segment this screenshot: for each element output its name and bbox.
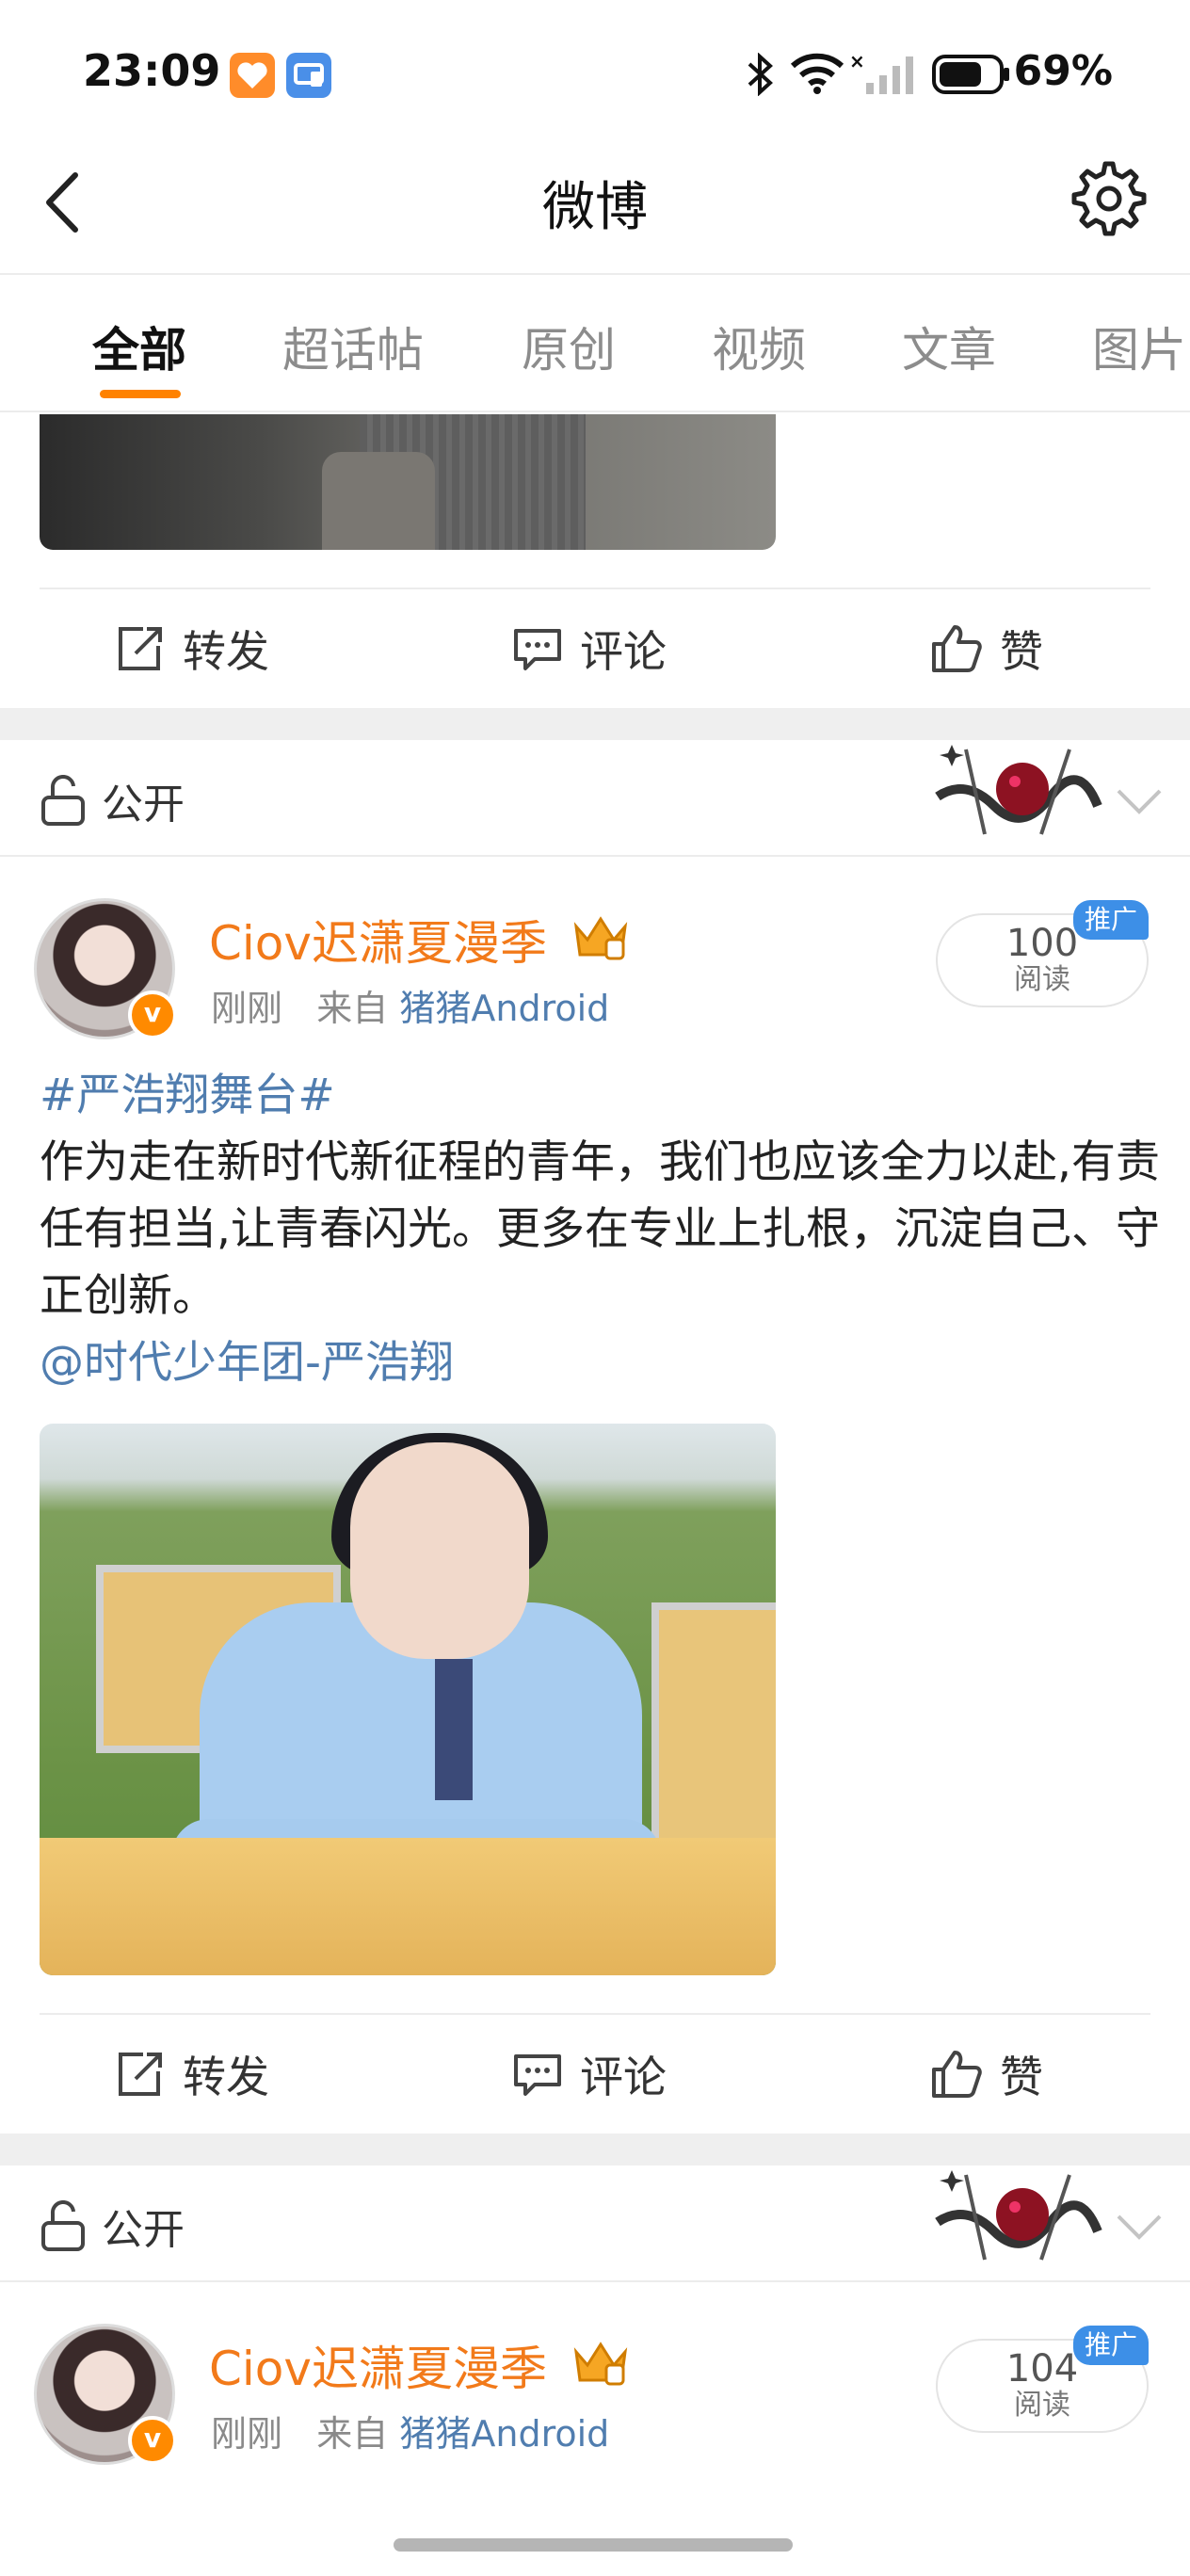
post-time: 刚刚 xyxy=(211,988,283,1029)
comment-label: 评论 xyxy=(580,626,667,677)
crown-icon xyxy=(571,911,631,964)
read-count-label: 阅读 xyxy=(1014,963,1070,996)
post-image[interactable] xyxy=(40,414,776,550)
chevron-left-icon xyxy=(46,172,78,233)
status-time: 23:09 xyxy=(83,45,221,96)
repost-button[interactable]: 转发 xyxy=(115,2043,269,2105)
post-time: 刚刚 xyxy=(211,2413,283,2455)
visibility-divider xyxy=(0,855,1190,857)
thumbs-up-icon xyxy=(932,625,982,672)
repost-icon xyxy=(119,2053,162,2096)
decoration-sticker xyxy=(928,2165,1107,2278)
visibility-divider xyxy=(0,2280,1190,2282)
tab-image[interactable]: 图片 xyxy=(1092,313,1186,380)
unlock-icon xyxy=(41,775,85,826)
post-meta: 刚刚 来自 猪猪Android xyxy=(211,2405,609,2456)
comment-icon xyxy=(514,2054,561,2096)
repost-button[interactable]: 转发 xyxy=(115,618,269,680)
tab-supertopic[interactable]: 超话帖 xyxy=(282,313,424,380)
tab-active-indicator xyxy=(100,390,181,398)
crown-icon xyxy=(571,2337,631,2390)
page-title: 微博 xyxy=(542,177,648,238)
bluetooth-icon xyxy=(744,52,776,100)
tabs-divider xyxy=(0,411,1190,412)
source-prefix: 来自 xyxy=(316,988,389,1029)
post-mention[interactable]: @时代少年团-严浩翔 xyxy=(40,1329,1160,1396)
visibility-label: 公开 xyxy=(102,781,185,829)
promo-badge[interactable]: 推广 xyxy=(1073,2326,1149,2365)
wifi-icon xyxy=(789,51,845,98)
source-prefix: 来自 xyxy=(316,2413,389,2455)
battery-icon xyxy=(932,55,1011,98)
battery-percent: 69% xyxy=(1013,47,1113,95)
post-source[interactable]: 猪猪Android xyxy=(399,988,609,1029)
post-separator xyxy=(0,2133,1190,2165)
signal-off-icon: × xyxy=(849,50,919,100)
like-button[interactable]: 赞 xyxy=(930,2043,1043,2105)
tab-all[interactable]: 全部 xyxy=(92,313,186,380)
like-button[interactable]: 赞 xyxy=(930,618,1043,680)
header-divider xyxy=(0,273,1190,275)
verified-badge: v xyxy=(128,990,177,1039)
repost-label: 转发 xyxy=(183,626,269,677)
comment-button[interactable]: 评论 xyxy=(512,2043,667,2105)
repost-icon xyxy=(119,627,162,670)
username[interactable]: Ciov迟潇夏漫季 xyxy=(209,906,547,974)
decoration-sticker xyxy=(928,740,1107,853)
home-indicator[interactable] xyxy=(394,2538,793,2552)
comment-icon xyxy=(514,629,561,670)
like-label: 赞 xyxy=(1000,2052,1043,2102)
like-label: 赞 xyxy=(1000,626,1043,677)
chevron-down-icon[interactable] xyxy=(1111,2207,1167,2245)
thumbs-up-icon xyxy=(932,2051,982,2098)
gear-icon xyxy=(1071,161,1147,236)
comment-label: 评论 xyxy=(580,2052,667,2102)
post-image[interactable] xyxy=(40,1424,776,1975)
tab-video[interactable]: 视频 xyxy=(712,313,806,380)
post-hashtag[interactable]: #严浩翔舞台# xyxy=(40,1062,1160,1129)
heart-app-icon xyxy=(230,53,275,98)
verified-badge: v xyxy=(128,2416,177,2465)
comment-button[interactable]: 评论 xyxy=(512,618,667,680)
post-meta: 刚刚 来自 猪猪Android xyxy=(211,979,609,1031)
visibility-selector[interactable]: 公开 xyxy=(40,770,185,830)
back-button[interactable] xyxy=(38,160,113,245)
post-source[interactable]: 猪猪Android xyxy=(399,2413,609,2455)
read-count-label: 阅读 xyxy=(1014,2389,1070,2422)
post-body: 作为走在新时代新征程的青年，我们也应该全力以赴,有责任有担当,让青春闪光。更多在… xyxy=(40,1136,1160,1322)
action-divider xyxy=(40,588,1150,589)
post-separator xyxy=(0,708,1190,740)
tab-original[interactable]: 原创 xyxy=(522,313,616,380)
visibility-selector[interactable]: 公开 xyxy=(40,2196,185,2256)
promo-badge[interactable]: 推广 xyxy=(1073,900,1149,940)
chevron-down-icon[interactable] xyxy=(1111,781,1167,819)
username[interactable]: Ciov迟潇夏漫季 xyxy=(209,2331,547,2399)
unlock-icon xyxy=(41,2200,85,2251)
svg-text:×: × xyxy=(849,51,865,72)
visibility-label: 公开 xyxy=(102,2206,185,2254)
action-divider xyxy=(40,2013,1150,2015)
settings-button[interactable] xyxy=(1069,160,1149,239)
cast-app-icon xyxy=(286,53,331,98)
repost-label: 转发 xyxy=(183,2052,269,2102)
tab-article[interactable]: 文章 xyxy=(902,313,996,380)
